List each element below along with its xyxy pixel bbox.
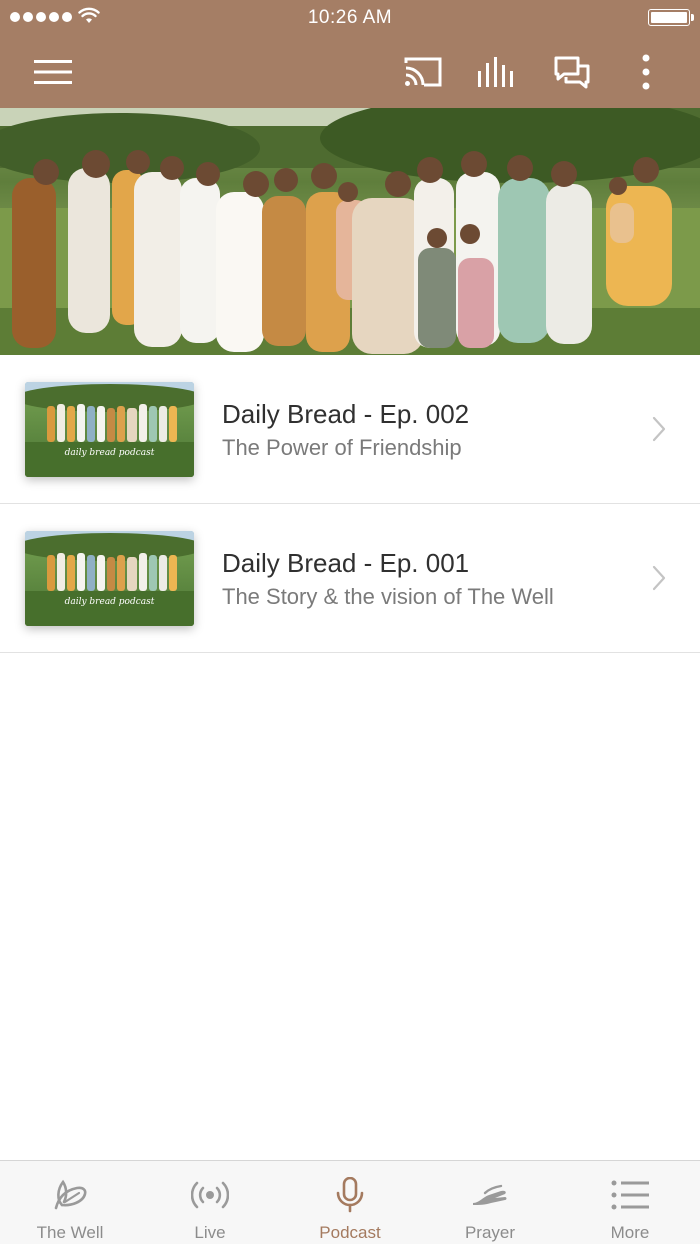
tab-label: Live — [194, 1223, 226, 1242]
status-time: 10:26 AM — [307, 7, 393, 28]
episode-subtitle: The Power of Friendship — [222, 435, 462, 460]
status-bar: 10:26 AM — [0, 0, 700, 36]
top-app-bar — [0, 36, 700, 108]
hero-image — [0, 108, 700, 355]
battery-icon — [648, 9, 694, 26]
tab-label: More — [610, 1223, 650, 1242]
cast-icon[interactable] — [401, 50, 445, 94]
episode-title: Daily Bread - Ep. 001 — [222, 548, 470, 578]
episode-thumbnail: daily bread podcast — [25, 382, 194, 477]
praying-hands-icon — [470, 1177, 510, 1213]
list-icon — [610, 1177, 650, 1213]
episode-list-item[interactable]: daily bread podcast Daily Bread - Ep. 00… — [0, 504, 700, 653]
episode-subtitle: The Story & the vision of The Well — [222, 584, 554, 609]
chat-icon[interactable] — [550, 50, 594, 94]
chevron-right-icon — [652, 416, 666, 447]
chevron-right-icon — [652, 565, 666, 596]
leaf-icon — [50, 1177, 90, 1213]
thumbnail-caption: daily bread podcast — [64, 448, 155, 458]
tab-more[interactable]: More — [560, 1161, 700, 1244]
thumbnail-caption: daily bread podcast — [64, 597, 155, 607]
tab-live[interactable]: Live — [140, 1161, 280, 1244]
tab-the-well[interactable]: The Well — [0, 1161, 140, 1244]
bottom-tab-bar: The Well Live Podcast Prayer More — [0, 1160, 700, 1244]
microphone-icon — [330, 1177, 370, 1213]
tab-label: Podcast — [319, 1223, 381, 1242]
episode-list-item[interactable]: daily bread podcast Daily Bread - Ep. 00… — [0, 355, 700, 504]
tab-prayer[interactable]: Prayer — [420, 1161, 560, 1244]
tab-podcast[interactable]: Podcast — [280, 1161, 420, 1244]
episode-title: Daily Bread - Ep. 002 — [222, 399, 470, 429]
tab-label: The Well — [36, 1223, 104, 1242]
menu-icon[interactable] — [31, 50, 75, 94]
tab-label: Prayer — [464, 1223, 516, 1242]
more-vertical-icon[interactable] — [624, 50, 668, 94]
broadcast-icon — [190, 1177, 230, 1213]
episode-thumbnail: daily bread podcast — [25, 531, 194, 626]
audio-levels-icon[interactable] — [475, 50, 519, 94]
